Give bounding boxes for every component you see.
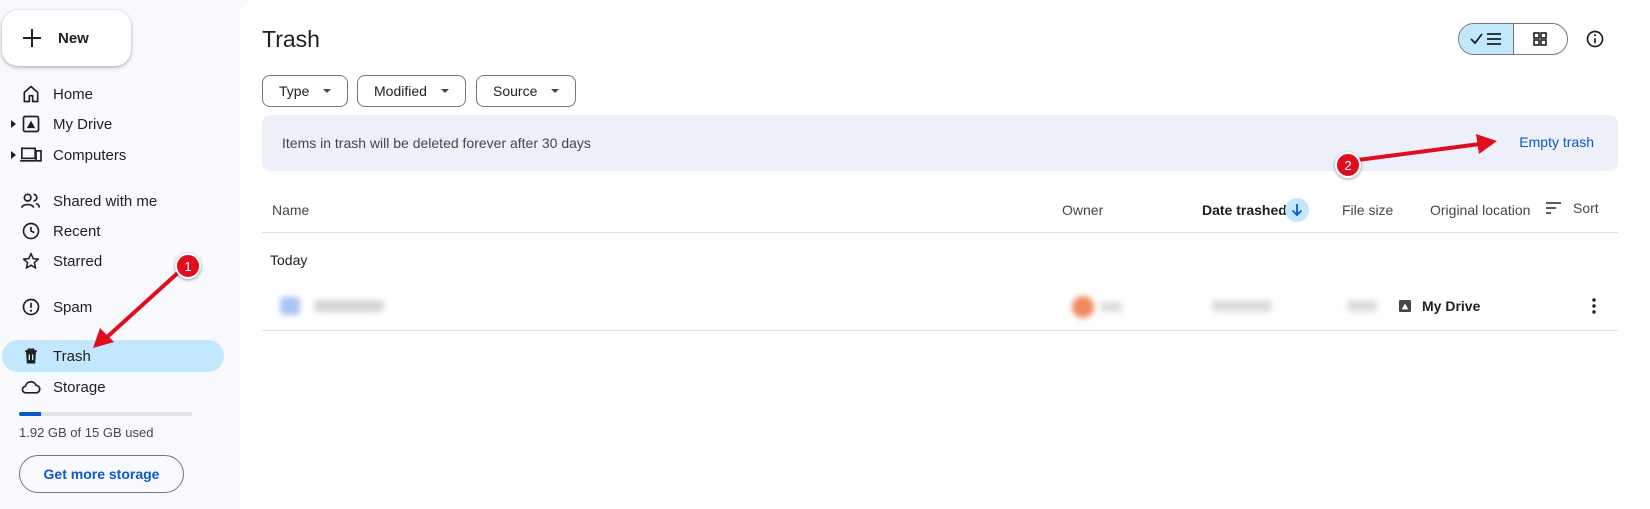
sidebar-item-recent[interactable]: Recent [2,215,224,247]
sidebar-item-home[interactable]: Home [2,78,224,110]
get-more-storage-button[interactable]: Get more storage [19,455,184,493]
sort-direction-button[interactable] [1285,198,1309,222]
grid-icon [1533,32,1548,46]
empty-trash-button[interactable]: Empty trash [1519,134,1594,150]
new-button[interactable]: New [2,10,131,66]
redacted-date [1212,300,1272,312]
info-button[interactable] [1583,27,1607,51]
sort-icon [1546,202,1561,214]
sidebar-item-label: Storage [53,378,106,396]
redacted-size [1347,300,1377,312]
main-panel: Trash Type Modified Source Items in tras… [240,0,1650,509]
group-label-today: Today [270,252,308,268]
spam-icon [20,296,42,318]
filter-modified-chip[interactable]: Modified [357,75,466,107]
chip-label: Type [279,83,310,99]
column-header-owner[interactable]: Owner [1062,202,1103,218]
more-vert-icon [1592,298,1596,314]
column-header-name[interactable]: Name [272,202,309,218]
new-button-label: New [58,29,89,47]
annotation-badge-2: 2 [1335,152,1361,178]
table-row[interactable]: My Drive [262,282,1618,330]
computers-icon [20,144,42,166]
sidebar-item-computers[interactable]: Computers [2,139,224,171]
grid-view-button[interactable] [1514,24,1568,54]
sidebar-item-label: Shared with me [53,192,158,210]
drive-icon [20,113,42,135]
sidebar-item-label: Trash [53,347,91,365]
trash-info-banner: Items in trash will be deleted forever a… [262,115,1618,171]
filter-source-chip[interactable]: Source [476,75,577,107]
original-location-cell: My Drive [1397,298,1480,314]
redacted-file-name [314,300,384,312]
page-title: Trash [262,26,320,52]
column-header-file-size[interactable]: File size [1342,202,1393,218]
home-icon [20,83,42,105]
sidebar-item-label: Home [53,85,94,103]
redacted-owner-name [1100,302,1122,312]
people-icon [20,190,42,212]
sidebar-item-shared-with-me[interactable]: Shared with me [2,185,224,217]
sidebar-item-storage[interactable]: Storage [2,371,224,403]
star-icon [20,250,42,272]
original-location-text: My Drive [1422,298,1481,314]
clock-icon [20,220,42,242]
dropdown-arrow-icon [551,89,560,93]
view-toggle [1458,23,1568,55]
sidebar-item-my-drive[interactable]: My Drive [2,108,224,140]
header-divider [262,232,1618,233]
expand-caret-icon[interactable] [11,151,16,159]
storage-usage-text: 1.92 GB of 15 GB used [19,425,154,440]
filter-type-chip[interactable]: Type [262,75,349,107]
sidebar-item-label: My Drive [53,115,113,133]
file-type-icon [280,297,300,315]
trash-icon [20,345,42,367]
sort-label: Sort [1573,200,1599,216]
owner-avatar [1072,296,1094,318]
annotation-badge-1: 1 [175,253,201,279]
row-divider [262,330,1618,331]
more-actions-button[interactable] [1584,296,1604,316]
plus-icon [20,26,44,50]
sidebar-item-label: Recent [53,222,101,240]
info-icon [1586,30,1604,48]
sidebar-item-spam[interactable]: Spam [2,291,224,323]
dropdown-arrow-icon [323,89,332,93]
sidebar-item-label: Starred [53,252,103,270]
list-view-button[interactable] [1459,24,1514,54]
column-header-original-location[interactable]: Original location [1430,202,1530,218]
storage-usage-fill [19,412,42,416]
chip-label: Source [493,83,538,99]
sidebar: New Home My Drive Computers Shared with … [0,0,240,509]
storage-usage-bar [19,412,192,416]
sidebar-item-trash[interactable]: Trash [2,340,224,372]
dropdown-arrow-icon [440,89,449,93]
banner-text: Items in trash will be deleted forever a… [282,135,591,151]
arrow-down-icon [1291,204,1303,217]
column-header-date-trashed[interactable]: Date trashed [1202,202,1287,218]
sidebar-item-label: Computers [53,146,127,164]
check-list-icon [1470,33,1501,45]
expand-caret-icon[interactable] [11,120,16,128]
sort-button[interactable]: Sort [1545,200,1599,216]
cloud-icon [20,376,42,398]
chip-label: Modified [374,83,427,99]
sidebar-item-label: Spam [53,298,93,316]
drive-icon [1399,300,1411,312]
